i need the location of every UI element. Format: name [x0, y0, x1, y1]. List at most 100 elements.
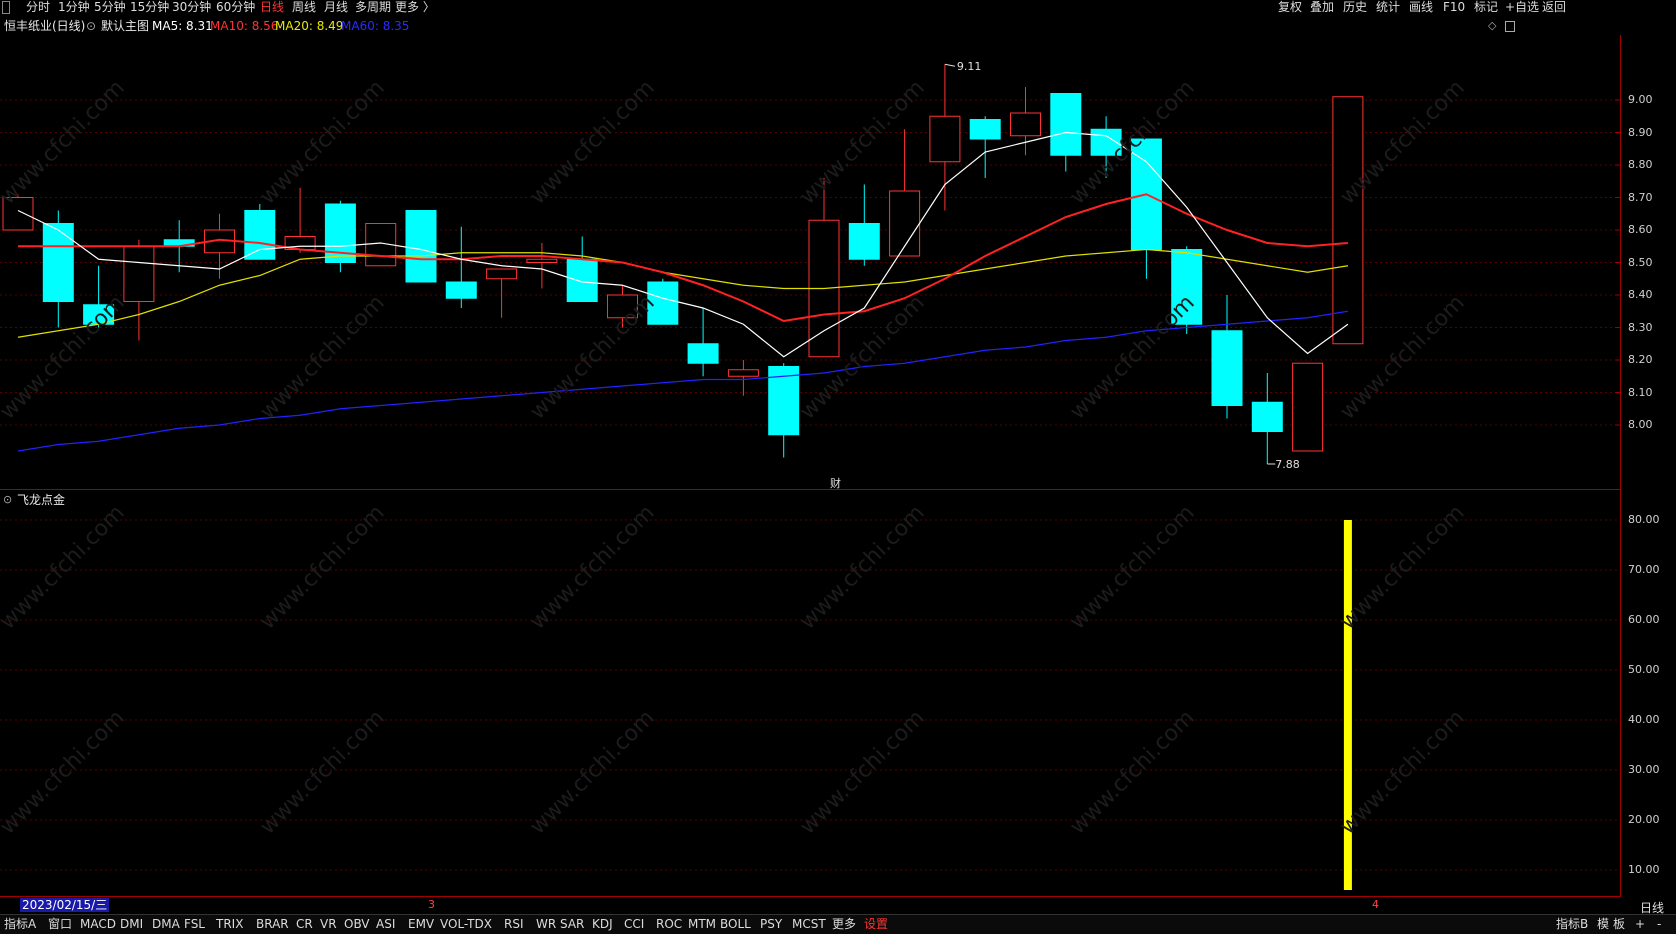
- zoom-out-button[interactable]: -: [1657, 915, 1661, 934]
- button-f10[interactable]: F10: [1443, 0, 1465, 15]
- period-tab-more[interactable]: 更多 〉: [395, 0, 435, 15]
- indicator-tab-7[interactable]: BRAR: [256, 915, 289, 934]
- stock-title: 恒丰纸业(日线): [4, 19, 86, 33]
- button-overlay[interactable]: 叠加: [1310, 0, 1334, 15]
- candle-body: [1050, 93, 1082, 156]
- month-mark-3: 3: [428, 898, 435, 911]
- indicator-tab-8[interactable]: CR: [296, 915, 313, 934]
- period-tab-weekly[interactable]: 周线: [292, 0, 316, 15]
- candle-body: [486, 268, 518, 280]
- indicator-tab-5[interactable]: FSL: [184, 915, 205, 934]
- menu-corner-icon[interactable]: [2, 1, 10, 14]
- indicator-tab-24[interactable]: 更多: [832, 915, 856, 934]
- main-axis-label: 8.10: [1628, 385, 1653, 399]
- indicator-tab-6[interactable]: TRIX: [216, 915, 243, 934]
- indicator-tab-15[interactable]: WR: [536, 915, 556, 934]
- candle-body: [727, 369, 759, 377]
- period-tab-1min[interactable]: 1分钟: [58, 0, 90, 15]
- candle-body: [566, 258, 598, 302]
- period-tab-5min[interactable]: 5分钟: [94, 0, 126, 15]
- candle-body: [1292, 362, 1324, 452]
- candle-body: [123, 245, 155, 302]
- main-axis-label: 8.90: [1628, 125, 1653, 139]
- ma5-value: MA5: 8.31: [152, 19, 213, 33]
- indicator-tab-bar: 指标A 窗口 MACD DMI DMA FSL TRIX BRAR CR VR OBV ASI EMV V…: [0, 914, 1676, 934]
- period-tab-15min[interactable]: 15分钟: [130, 0, 169, 15]
- indicator-tab-10[interactable]: OBV: [344, 915, 370, 934]
- indicator-tab-16[interactable]: SAR: [560, 915, 584, 934]
- indicator-axis-label: 20.00: [1628, 813, 1660, 826]
- indicator-axis-label: 40.00: [1628, 713, 1660, 726]
- candle-body: [848, 223, 880, 260]
- period-tab-分时[interactable]: 分时: [26, 0, 50, 15]
- main-axis-label: 8.20: [1628, 353, 1653, 366]
- main-axis-label: 8.80: [1628, 158, 1653, 171]
- indicator-tab-14[interactable]: RSI: [504, 915, 524, 934]
- indicator-tab-0[interactable]: 指标A: [4, 915, 36, 934]
- candle-body: [244, 210, 276, 260]
- ma20-value: MA20: 8.49: [275, 19, 344, 33]
- indicator-tab-2[interactable]: MACD: [80, 915, 116, 934]
- candle-body: [1251, 401, 1283, 432]
- button-back[interactable]: 返回: [1542, 0, 1566, 15]
- indicator-tab-4[interactable]: DMA: [152, 915, 180, 934]
- button-stats[interactable]: 统计: [1376, 0, 1400, 15]
- indicator-axis-label: 50.00: [1628, 663, 1660, 676]
- candle-body: [42, 223, 74, 302]
- candle-body: [929, 115, 961, 163]
- button-fuquan[interactable]: 复权: [1278, 0, 1302, 15]
- candle-body: [1211, 330, 1243, 406]
- collapse-icon[interactable]: ⊙: [86, 17, 96, 35]
- indicator-tab-25[interactable]: 设置: [864, 915, 888, 934]
- button-mark[interactable]: 标记: [1474, 0, 1498, 15]
- indicator-tab-13[interactable]: VOL-TDX: [440, 915, 492, 934]
- template-tab-mo[interactable]: 模: [1597, 915, 1609, 934]
- main-axis-label: 8.30: [1628, 320, 1653, 334]
- main-axis-label: 8.40: [1628, 288, 1653, 301]
- period-toolbar: 分时 1分钟 5分钟 15分钟 30分钟 60分钟 日线 周线 月线 多周期 更…: [0, 0, 1676, 15]
- indicator-tab-23[interactable]: MCST: [792, 915, 826, 934]
- indicator-axis-label: 10.00: [1628, 863, 1660, 876]
- indicator-tab-3[interactable]: DMI: [120, 915, 143, 934]
- indicator-tab-20[interactable]: MTM: [688, 915, 716, 934]
- candle-body: [445, 281, 477, 299]
- period-tab-60min[interactable]: 60分钟: [216, 0, 255, 15]
- indicator-tab-22[interactable]: PSY: [760, 915, 782, 934]
- indicator-tab-11[interactable]: ASI: [376, 915, 395, 934]
- main-axis-label: 8.00: [1628, 418, 1653, 431]
- candle-body: [1332, 96, 1364, 345]
- candle-body: [969, 119, 1001, 140]
- indicator-tab-19[interactable]: ROC: [656, 915, 682, 934]
- indicator-tab-18[interactable]: CCI: [624, 915, 644, 934]
- main-axis-label: 8.60: [1628, 223, 1653, 236]
- high-price-marker: 9.11: [956, 60, 982, 74]
- indicator-tab-12[interactable]: EMV: [408, 915, 434, 934]
- button-draw[interactable]: 画线: [1409, 0, 1433, 15]
- button-add-favorite[interactable]: +自选: [1505, 0, 1539, 15]
- indicator-b-tab[interactable]: 指标B: [1556, 915, 1588, 934]
- indicator-tab-21[interactable]: BOLL: [720, 915, 751, 934]
- main-axis-label: 8.70: [1628, 190, 1653, 204]
- template-tab-ban[interactable]: 板: [1613, 915, 1625, 934]
- main-axis-label: 8.50: [1628, 255, 1653, 269]
- indicator-axis-label: 70.00: [1628, 563, 1660, 576]
- period-tab-monthly[interactable]: 月线: [324, 0, 348, 15]
- candle-body: [687, 343, 719, 364]
- button-history[interactable]: 历史: [1343, 0, 1367, 15]
- panel-toggle-icon[interactable]: [1505, 21, 1515, 32]
- indicator-axis-label: 80.00: [1628, 513, 1660, 526]
- high-marker-arrow: [944, 63, 955, 67]
- indicator-tab-9[interactable]: VR: [320, 915, 337, 934]
- diamond-icon[interactable]: ◇: [1488, 17, 1496, 35]
- indicator-tab-1[interactable]: 窗口: [48, 915, 72, 934]
- period-tab-30min[interactable]: 30分钟: [172, 0, 211, 15]
- indicator-tab-17[interactable]: KDJ: [592, 915, 613, 934]
- indicator-axis-label: 30.00: [1628, 763, 1660, 776]
- ma10-value: MA10: 8.56: [210, 19, 279, 33]
- indicator-axis-label: 60.00: [1628, 613, 1660, 626]
- low-price-marker: 7.88: [1275, 458, 1300, 471]
- period-tab-daily[interactable]: 日线: [260, 0, 284, 15]
- period-tab-multi[interactable]: 多周期: [355, 0, 391, 15]
- zoom-in-button[interactable]: +: [1635, 915, 1645, 934]
- main-chart-label[interactable]: 默认主图: [101, 17, 149, 35]
